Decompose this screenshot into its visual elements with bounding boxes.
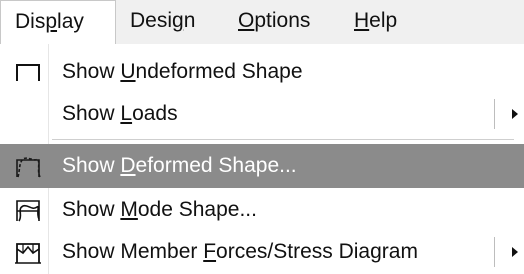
display-dropdown-menu: Show Undeformed Shape Show Loads Show De… bbox=[0, 44, 524, 274]
menu-bar: Display Design Options Help bbox=[0, 0, 524, 44]
menu-separator bbox=[52, 139, 514, 140]
submenu-divider bbox=[494, 237, 495, 267]
menu-display-text: Dis bbox=[15, 10, 46, 33]
submenu-arrow-icon bbox=[512, 109, 518, 119]
mode-shape-icon bbox=[14, 197, 42, 223]
menu-options-text-rest: ptions bbox=[254, 9, 311, 32]
menu-item-label: Show Loads bbox=[62, 102, 178, 125]
menu-display-mnemonic: p bbox=[45, 10, 58, 33]
menu-item-show-mode-shape[interactable]: Show Mode Shape... bbox=[0, 188, 524, 232]
submenu-divider bbox=[494, 99, 495, 129]
member-forces-icon bbox=[14, 239, 42, 265]
undeformed-shape-icon bbox=[14, 59, 42, 85]
menu-help-mnemonic: H bbox=[354, 9, 370, 32]
menu-display[interactable]: Display bbox=[0, 0, 116, 44]
menu-options-mnemonic: O bbox=[238, 9, 255, 32]
submenu-arrow-icon bbox=[512, 247, 518, 257]
menu-design-text: Desi bbox=[130, 9, 173, 32]
menu-options[interactable]: Options bbox=[238, 0, 310, 44]
menu-design[interactable]: Design bbox=[130, 0, 195, 44]
menu-design-mnemonic: g bbox=[172, 9, 184, 32]
menu-design-text-rest: n bbox=[183, 9, 196, 32]
menu-item-label: Show Undeformed Shape bbox=[62, 60, 303, 83]
menu-item-show-member-forces[interactable]: Show Member Forces/Stress Diagram bbox=[0, 230, 524, 274]
menu-help[interactable]: Help bbox=[354, 0, 397, 44]
menu-item-label: Show Member Forces/Stress Diagram bbox=[62, 240, 418, 263]
menu-item-show-undeformed-shape[interactable]: Show Undeformed Shape bbox=[0, 50, 524, 94]
menu-help-text-rest: elp bbox=[369, 9, 398, 32]
menu-display-text-rest: lay bbox=[57, 10, 84, 33]
menu-item-label: Show Mode Shape... bbox=[62, 198, 257, 221]
menu-item-show-deformed-shape[interactable]: Show Deformed Shape... bbox=[0, 144, 524, 188]
deformed-shape-icon bbox=[14, 153, 42, 179]
menu-item-label: Show Deformed Shape... bbox=[62, 154, 297, 177]
menu-item-show-loads[interactable]: Show Loads bbox=[0, 92, 524, 136]
